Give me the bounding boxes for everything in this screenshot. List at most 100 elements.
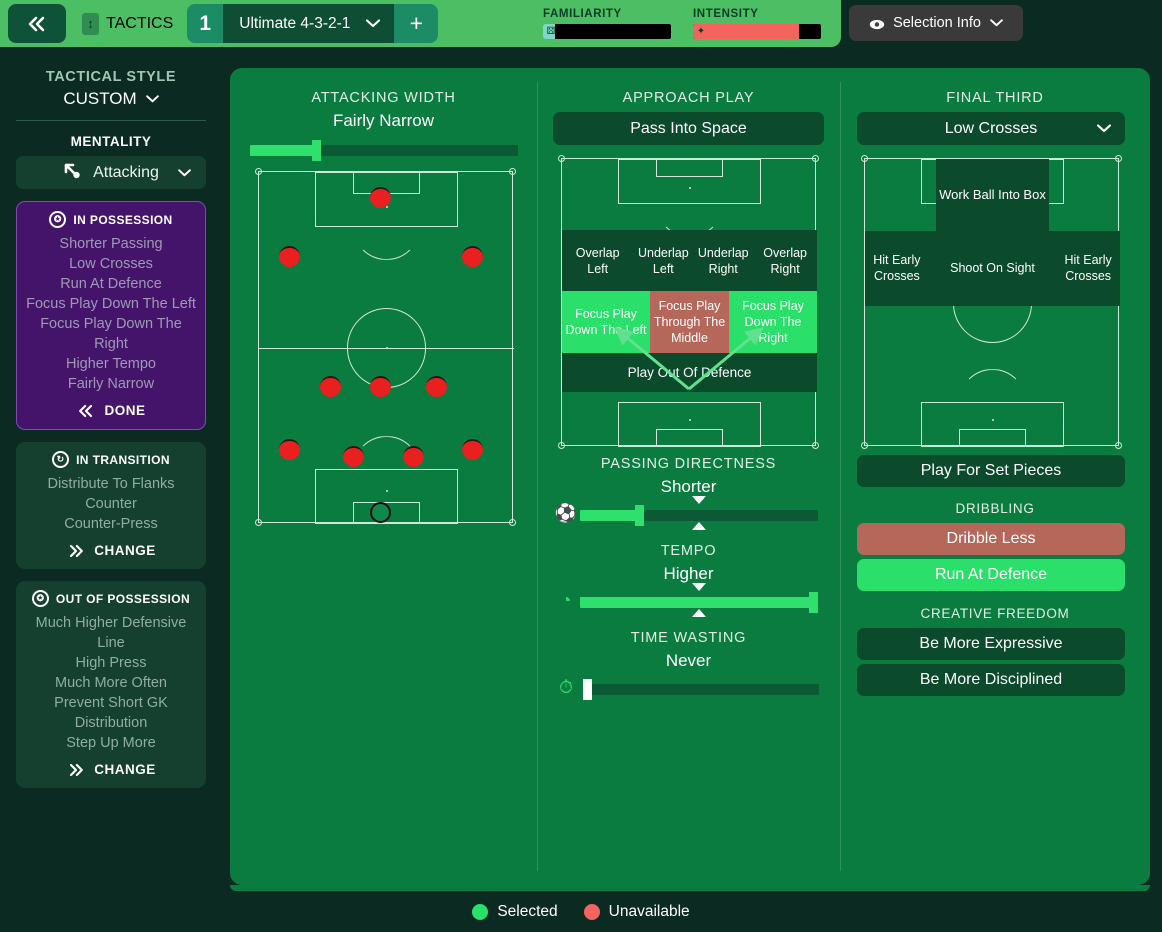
slider-handle[interactable] (583, 679, 592, 700)
approach-zone-focus-play-down-the-right[interactable]: Focus Play Down The Right (729, 291, 817, 354)
mentality-title: MENTALITY (70, 134, 152, 149)
top-header: ↕ TACTICS 1 Ultimate 4-3-2-1 + FAMILIARI… (0, 0, 841, 47)
corner-arc (861, 155, 868, 162)
tactic-selector[interactable]: 1 Ultimate 4-3-2-1 + (187, 4, 439, 43)
final-third-pitch[interactable]: Work Ball Into Box Hit Early Crosses Shoot… (861, 155, 1122, 449)
approach-zone-underlap-right[interactable]: Underlap Right (693, 229, 754, 292)
phase-instruction: Focus Play Down The Left (26, 296, 196, 312)
phase-action-button[interactable]: CHANGE (24, 543, 198, 558)
corner-arc (812, 155, 819, 162)
final-third-zone-work-ball-into-box[interactable]: Work Ball Into Box (936, 159, 1049, 231)
legend-label: Selected (497, 903, 558, 920)
stopwatch-icon: ⏱ (558, 676, 574, 697)
double-chevron-right-icon (70, 544, 84, 557)
player-token-left-centre-mid[interactable] (319, 375, 341, 397)
final-third-zone-hit-early-crosses-1[interactable]: Hit Early Crosses (865, 231, 929, 306)
approach-zone-overlap-left[interactable]: Overlap Left (562, 229, 634, 292)
zone-label: Work Ball Into Box (939, 187, 1046, 202)
phase-action-button[interactable]: CHANGE (24, 762, 198, 777)
time-wasting-title: TIME WASTING (630, 630, 747, 646)
creative-option-be-more-disciplined[interactable]: Be More Disciplined (857, 664, 1125, 696)
attacking-width-slider[interactable] (250, 136, 518, 164)
player-token-left-centre-back[interactable] (342, 445, 364, 467)
player-token-right-centre-back[interactable] (403, 445, 425, 467)
zone-label: Overlap Right (763, 245, 808, 276)
corner-arc (509, 519, 516, 526)
dribbling-option-dribble-less[interactable]: Dribble Less (857, 523, 1125, 555)
player-token-left-attacker[interactable] (279, 246, 301, 267)
slider-default-marker-top (692, 583, 706, 591)
player-token-right-attacker[interactable] (461, 246, 483, 267)
attacking-width-title: ATTACKING WIDTH (311, 90, 456, 106)
tactic-name-dropdown[interactable]: Ultimate 4-3-2-1 (223, 4, 395, 43)
phase-card-in-transition[interactable]: ↻ IN TRANSITION Distribute To Flanks Counte… (16, 442, 206, 569)
player-token-centre-mid[interactable] (370, 375, 392, 397)
divider (16, 120, 206, 121)
legend-label: Unavailable (608, 903, 690, 920)
add-tactic-button[interactable]: + (394, 4, 439, 43)
passing-directness-slider[interactable] (580, 496, 818, 530)
football-icon: ⚽ (554, 502, 578, 523)
approach-play-pitch[interactable]: Overlap Left Underlap Left Underlap Right O… (558, 155, 819, 449)
phase-action-button[interactable]: DONE (25, 403, 197, 418)
phase-card-out-of-possession[interactable]: ✪ OUT OF POSSESSION Much Higher Defensive … (16, 581, 206, 788)
zone-label: Shoot On Sight (950, 261, 1035, 276)
creative-option-be-more-expressive[interactable]: Be More Expressive (857, 628, 1125, 660)
tempo-slider[interactable] (580, 583, 818, 617)
dribbling-label: DRIBBLING (955, 501, 1035, 516)
slider-handle[interactable] (312, 140, 321, 161)
tactical-style-dropdown[interactable]: CUSTOM (0, 89, 222, 109)
corner-arc (1115, 155, 1122, 162)
sidebar: TACTICAL STYLE CUSTOM MENTALITY Attackin… (0, 55, 222, 788)
double-chevron-left-icon (79, 404, 93, 417)
slider-handle[interactable] (809, 592, 818, 613)
zone-label: Underlap Right (697, 245, 749, 276)
time-wasting-slider[interactable] (583, 675, 819, 703)
phase-cards: ✪ IN POSSESSION Shorter Passing Low Crosses… (0, 201, 222, 788)
final-third-zone-hit-early-crosses-3[interactable]: Hit Early Crosses (1056, 231, 1120, 306)
player-token-right-back[interactable] (461, 438, 483, 460)
intensity-icon: ✦ (696, 26, 706, 37)
tempo-title: TEMPO (660, 543, 717, 559)
legend-color-swatch (583, 904, 600, 920)
zone-label: Hit Early Crosses (873, 253, 921, 284)
phase-instruction: Low Crosses (69, 256, 153, 272)
approach-zone-overlap-right[interactable]: Overlap Right (753, 229, 817, 292)
dribbling-option-run-at-defence[interactable]: Run At Defence (857, 559, 1125, 591)
approach-zone-focus-play-through-the-middle[interactable]: Focus Play Through The Middle (649, 291, 730, 354)
approach-zone-underlap-left[interactable]: Underlap Left (633, 229, 694, 292)
play-for-set-pieces-button[interactable]: Play For Set Pieces (857, 455, 1125, 487)
approach-zone-focus-play-down-the-left[interactable]: Focus Play Down The Left (562, 291, 650, 354)
slider-track[interactable] (583, 684, 819, 695)
panel-bottom-strip (230, 885, 1150, 891)
back-button[interactable] (8, 4, 66, 43)
mentality-dropdown[interactable]: Attacking (16, 156, 206, 189)
intensity-label: INTENSITY (693, 8, 759, 20)
formation-pitch[interactable] (255, 168, 516, 526)
phase-instruction: Shorter Passing (59, 236, 163, 252)
slider-default-marker-bottom (692, 609, 706, 617)
final-third-main-option[interactable]: Low Crosses (857, 112, 1125, 145)
tactics-board-icon: ↕ (82, 12, 99, 35)
attacking-width-value: Fairly Narrow (332, 111, 435, 130)
corner-arc (558, 442, 565, 449)
goal-area-bottom (959, 429, 1026, 447)
chevron-down-icon (1097, 124, 1111, 133)
final-third-zone-shoot-on-sight-2[interactable]: Shoot On Sight (928, 231, 1057, 306)
phase-card-in-possession[interactable]: ✪ IN POSSESSION Shorter Passing Low Crosses… (16, 201, 206, 430)
player-token-striker[interactable] (370, 186, 392, 208)
player-token-left-back[interactable] (279, 438, 301, 460)
approach-play-main-option[interactable]: Pass Into Space (553, 112, 824, 145)
play-out-of-defence-zone[interactable]: Play Out Of Defence (562, 353, 817, 393)
selection-info-button[interactable]: Selection Info (849, 5, 1023, 41)
phase-instruction: Prevent Short GK (54, 695, 168, 711)
chevron-down-icon (366, 19, 381, 28)
slider-handle[interactable] (634, 505, 644, 526)
intensity-bar: ✦ (693, 24, 821, 39)
meters-group: FAMILIARITY ⚄ INTENSITY ✦ (543, 8, 841, 39)
player-token-goalkeeper[interactable] (370, 501, 392, 523)
corner-arc (861, 442, 868, 449)
main-panel: ATTACKING WIDTH Fairly Narrow APPROACH P… (230, 68, 1150, 885)
player-token-right-centre-mid[interactable] (426, 375, 448, 397)
corner-arc (255, 519, 262, 526)
